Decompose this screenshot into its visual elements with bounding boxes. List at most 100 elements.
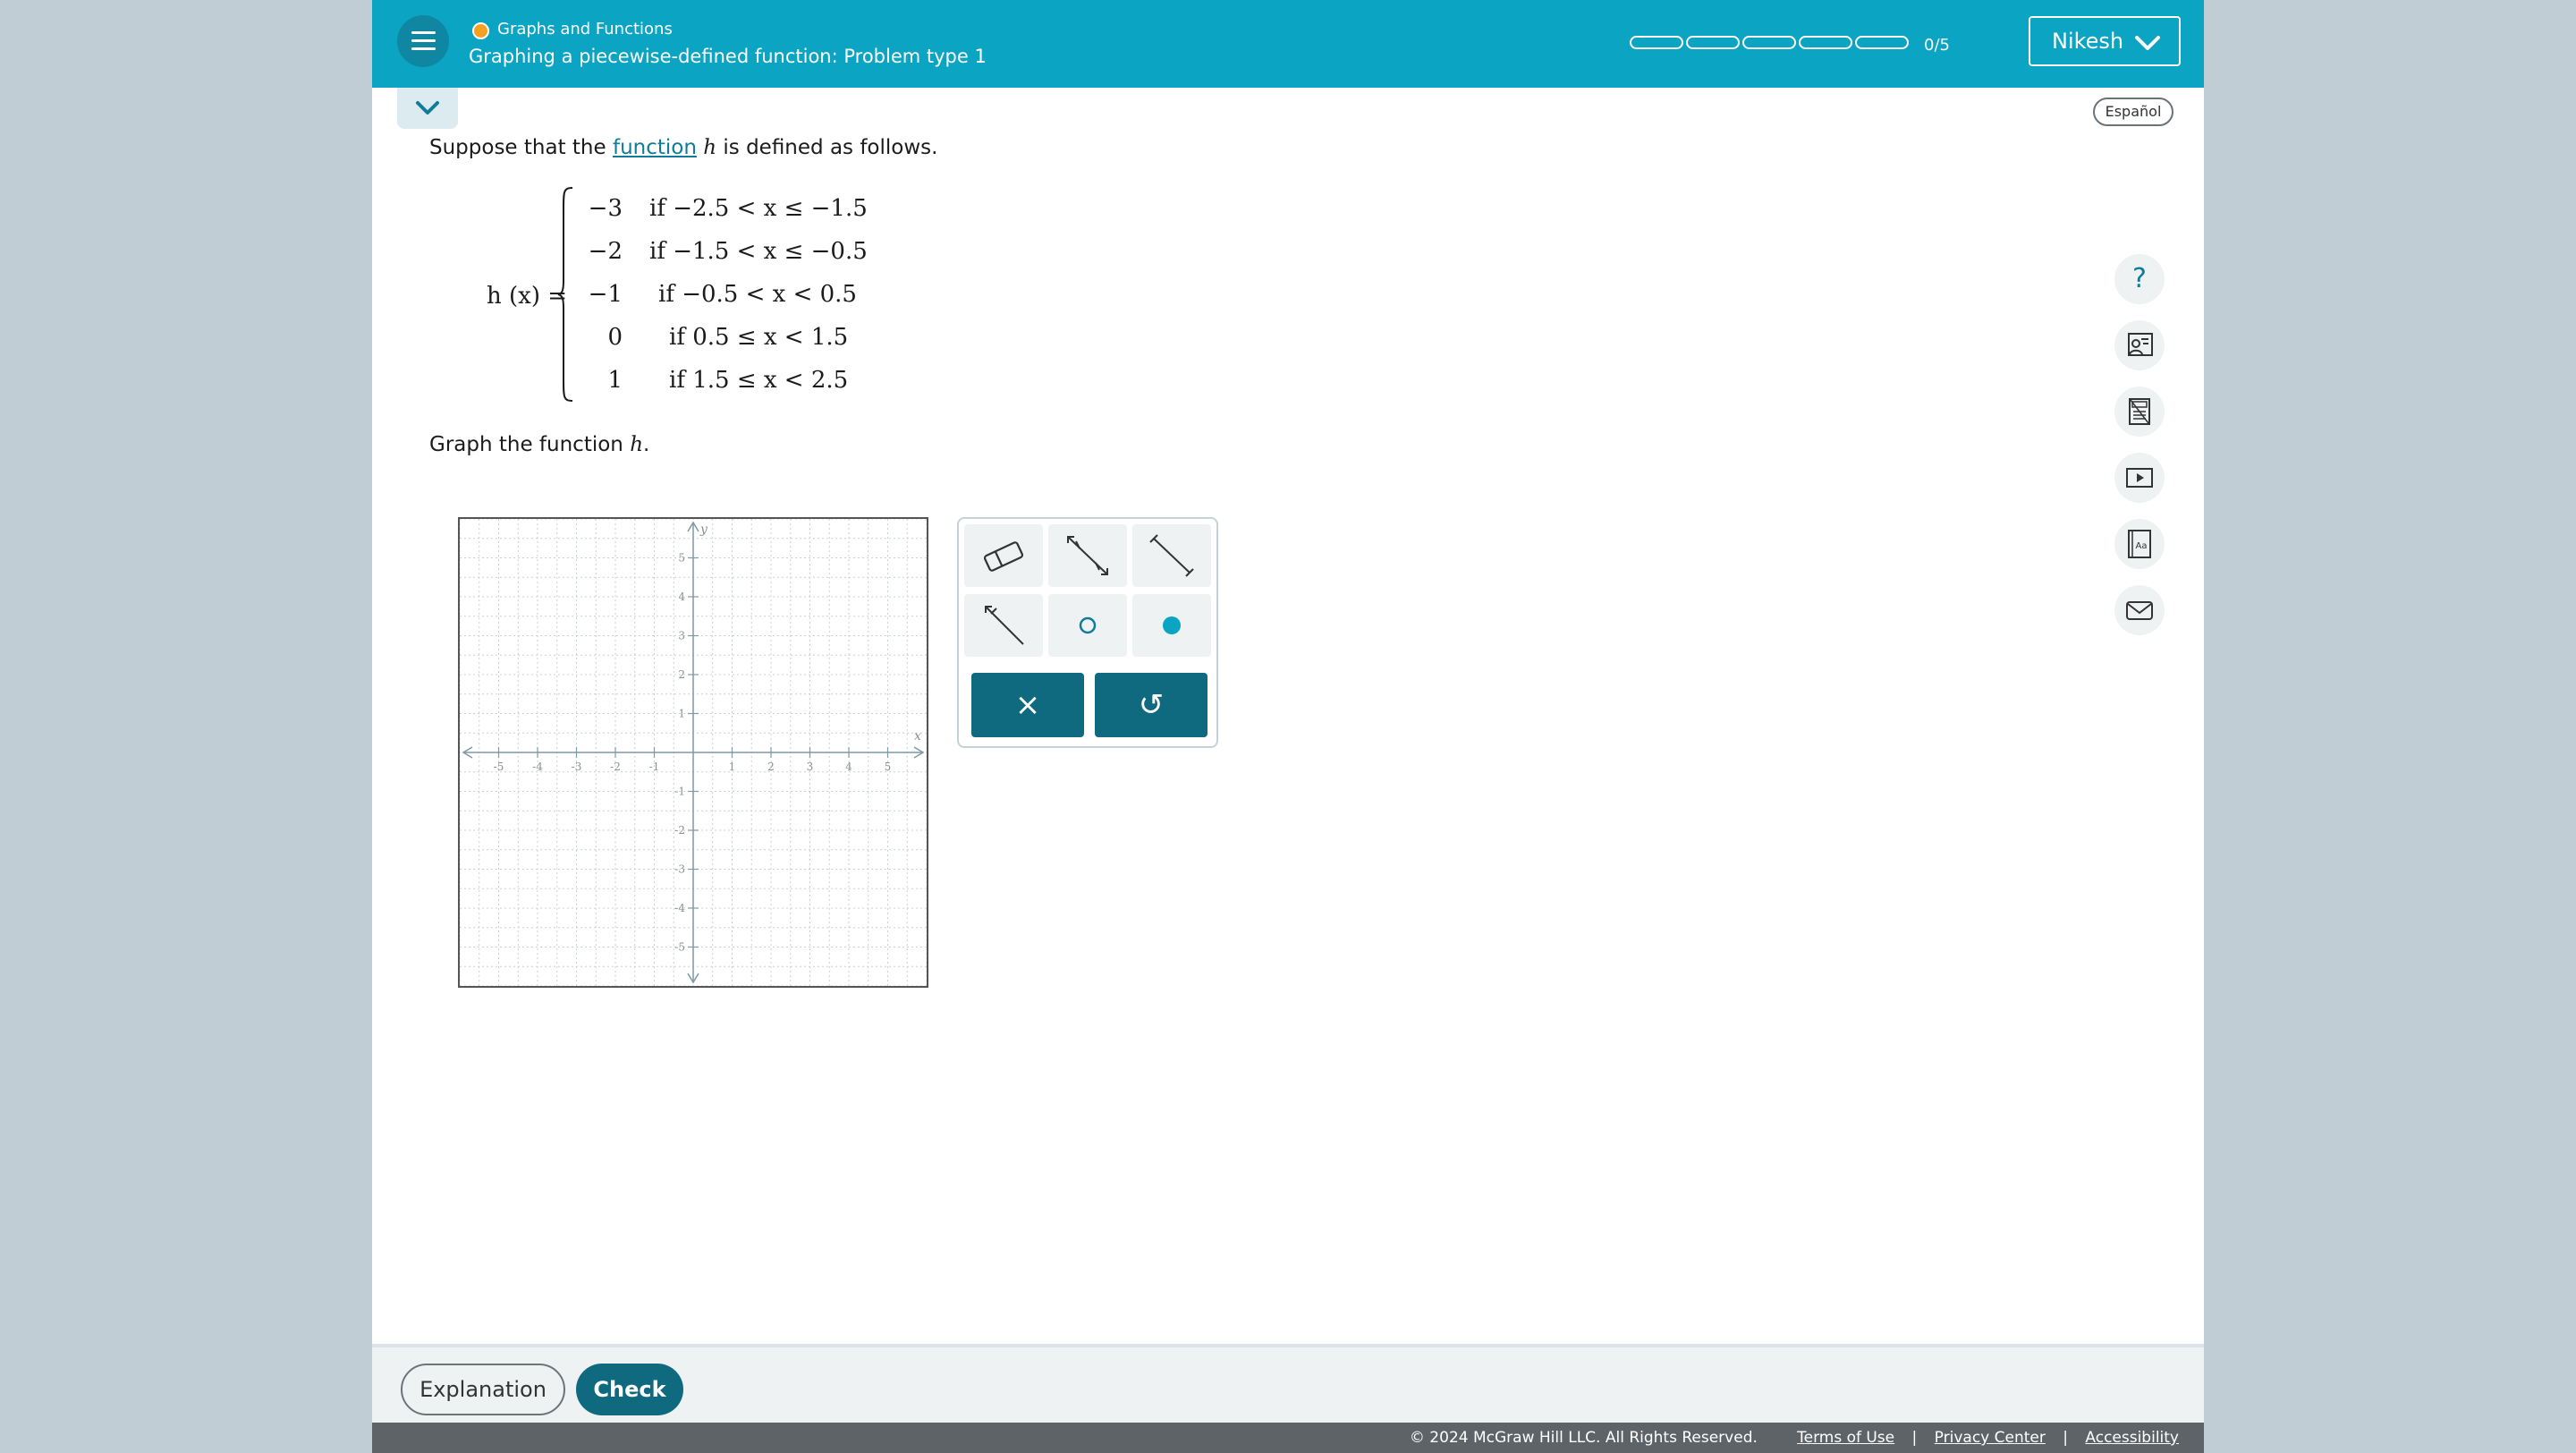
line-tool-icon <box>1067 536 1108 575</box>
function-lhs: h (x) = <box>487 283 568 310</box>
bottom-bar: Explanation Check <box>372 1344 2204 1423</box>
chevron-down-icon <box>416 101 439 115</box>
collapse-header-button[interactable] <box>397 88 458 129</box>
menu-button[interactable] <box>397 15 449 67</box>
x-tick-label: -5 <box>494 760 504 773</box>
piece-value: −3 <box>588 195 623 222</box>
progress-bar <box>1630 36 1909 49</box>
y-axis-label: y <box>699 523 708 537</box>
x-tick-label: 3 <box>807 760 814 773</box>
ray-tool-icon <box>985 606 1024 645</box>
y-tick-label: -2 <box>674 824 685 837</box>
eraser-tool[interactable] <box>964 524 1043 587</box>
segment-tool-icon <box>1149 534 1194 577</box>
piece-condition: if 0.5 ≤ x < 1.5 <box>669 324 849 351</box>
tutor-button[interactable] <box>2114 320 2165 370</box>
topic-name: Graphs and Functions <box>497 20 673 38</box>
x-tick-label: -3 <box>572 760 582 773</box>
piece-value: −2 <box>588 238 623 265</box>
menu-icon <box>411 31 436 34</box>
x-tick-label: 2 <box>767 760 775 773</box>
y-tick-label: 2 <box>678 668 685 681</box>
function-variable: h <box>630 433 644 456</box>
footer-links: © 2024 McGraw Hill LLC. All Rights Reser… <box>1410 1429 2179 1447</box>
svg-text:Aa: Aa <box>2136 541 2148 551</box>
problem-prompt: Suppose that the function h is defined a… <box>429 136 937 159</box>
graph-canvas[interactable]: -5 -4 -3 -2 -1 1 2 3 4 5 5 4 3 2 1 -1 -2 -3 -4 -5 x y <box>458 517 928 988</box>
x-axis-label: x <box>914 729 921 743</box>
progress-segment <box>1855 36 1909 49</box>
piecewise-brace <box>557 187 573 402</box>
x-tick-label: -4 <box>532 760 543 773</box>
explanation-button[interactable]: Explanation <box>401 1364 565 1415</box>
chevron-down-icon <box>2135 36 2160 50</box>
video-button[interactable] <box>2114 453 2165 503</box>
dictionary-button[interactable]: Aa <box>2114 519 2165 569</box>
accessibility-link[interactable]: Accessibility <box>2085 1429 2179 1447</box>
message-icon <box>2126 601 2153 620</box>
piece-condition: if 1.5 ≤ x < 2.5 <box>669 367 849 394</box>
calculator-button[interactable] <box>2114 387 2165 437</box>
prompt-text: is defined as follows. <box>716 136 938 159</box>
instruction-text: Graph the function <box>429 433 631 456</box>
language-button[interactable]: Español <box>2093 98 2174 126</box>
piece-value: 0 <box>607 324 623 351</box>
menu-icon-line <box>411 47 436 50</box>
y-tick-label: 1 <box>678 708 685 720</box>
check-button[interactable]: Check <box>576 1364 683 1415</box>
progress-count: 0/5 <box>1924 36 1950 55</box>
footer-separator: | <box>2063 1429 2068 1447</box>
open-point-tool[interactable] <box>1048 594 1127 657</box>
problem-title: Graphing a piecewise-defined function: P… <box>469 46 987 67</box>
coordinate-plane[interactable]: -5 -4 -3 -2 -1 1 2 3 4 5 5 4 3 2 1 -1 -2 -3 -4 -5 x y <box>459 518 928 987</box>
user-name: Nikesh <box>2052 29 2124 54</box>
y-tick-label: -5 <box>674 941 685 954</box>
help-button[interactable]: ? <box>2114 254 2165 304</box>
line-tool[interactable] <box>1048 524 1127 587</box>
progress-segment <box>1686 36 1740 49</box>
function-variable: h <box>703 136 717 159</box>
ray-tool[interactable] <box>964 594 1043 657</box>
header-bar: Graphs and Functions Graphing a piecewis… <box>372 0 2204 88</box>
dictionary-icon: Aa <box>2128 530 2151 558</box>
progress-segment <box>1630 36 1683 49</box>
segment-tool[interactable] <box>1132 524 1211 587</box>
graph-toolbox: × ↺ <box>957 517 1218 748</box>
message-button[interactable] <box>2114 585 2165 635</box>
terms-link[interactable]: Terms of Use <box>1797 1429 1894 1447</box>
prompt-text: Suppose that the <box>429 136 613 159</box>
x-tick-label: -1 <box>649 760 660 773</box>
x-tick-label: -2 <box>610 760 621 773</box>
progress-segment <box>1799 36 1852 49</box>
x-tick-label: 1 <box>729 760 736 773</box>
x-tick-label: 5 <box>885 760 892 773</box>
footer-separator: | <box>1911 1429 1918 1447</box>
open-point-tool-icon <box>1079 616 1097 634</box>
y-tick-label: -1 <box>674 786 685 798</box>
piece-value: 1 <box>607 367 623 394</box>
function-link[interactable]: function <box>613 136 697 159</box>
y-tick-label: 3 <box>678 630 685 642</box>
progress-segment <box>1742 36 1796 49</box>
copyright-text: © 2024 McGraw Hill LLC. All Rights Reser… <box>1409 1429 1758 1447</box>
undo-button[interactable]: ↺ <box>1095 673 1208 737</box>
y-tick-label: -4 <box>674 902 685 914</box>
eraser-tool-icon <box>983 541 1024 572</box>
menu-icon-line <box>411 39 436 42</box>
y-tick-label: 4 <box>678 591 685 603</box>
privacy-link[interactable]: Privacy Center <box>1935 1429 2046 1447</box>
close-icon: × <box>1014 687 1041 723</box>
y-tick-label: -3 <box>674 863 685 876</box>
closed-point-tool[interactable] <box>1132 594 1211 657</box>
help-icon: ? <box>2132 263 2147 294</box>
topic-status-dot <box>472 22 489 39</box>
piece-condition: if −1.5 < x ≤ −0.5 <box>649 238 868 265</box>
clear-graph-button[interactable]: × <box>971 673 1084 737</box>
closed-point-tool-icon <box>1163 616 1181 634</box>
tutor-icon <box>2128 333 2153 356</box>
graph-instruction: Graph the function h. <box>429 433 649 456</box>
piece-condition: if −0.5 < x < 0.5 <box>658 281 857 308</box>
user-menu-button[interactable]: Nikesh <box>2029 16 2181 66</box>
piece-condition: if −2.5 < x ≤ −1.5 <box>649 195 868 222</box>
instruction-text: . <box>643 433 650 456</box>
